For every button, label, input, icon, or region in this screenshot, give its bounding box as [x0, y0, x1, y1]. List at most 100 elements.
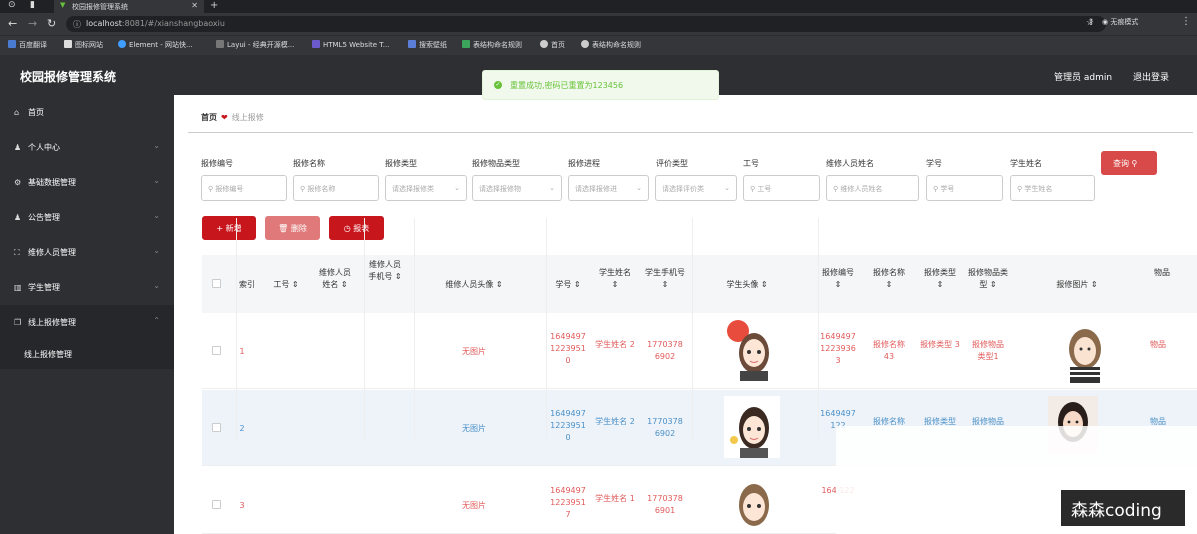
column-header[interactable]: 维修人员头像 ⇕ — [432, 279, 516, 291]
bookmark-item[interactable]: 图标网站 — [64, 40, 103, 50]
repair-progress-select[interactable]: 请选择报修进 ⌄ — [568, 175, 649, 201]
close-icon[interactable]: ✕ — [191, 1, 198, 10]
address-bar[interactable]: ⓘ localhost:8081/#/xianshangbaoxiu ☆ — [66, 16, 1106, 32]
column-header[interactable]: 物品 — [1142, 267, 1182, 279]
repair-name-input[interactable]: ⚲ 报修名称 — [293, 175, 379, 201]
column-header[interactable]: 报修图片 ⇕ — [1042, 279, 1112, 291]
bookmark-item[interactable]: 表结构命名规则 — [581, 40, 641, 50]
column-header[interactable]: 维修人员姓名 ⇕ — [317, 267, 353, 291]
column-divider — [692, 218, 693, 439]
forward-icon[interactable]: → — [28, 17, 37, 30]
repair-photo — [1060, 325, 1110, 383]
sidebar-item-home[interactable]: ⌂ 首页 — [0, 95, 174, 129]
select-all-checkbox[interactable] — [212, 279, 221, 288]
window-icon[interactable]: ▮ — [30, 0, 35, 10]
column-header-label: 物品 — [1154, 268, 1170, 277]
column-header-label: 报修编号 — [822, 268, 854, 277]
sort-icon: ⇕ — [834, 280, 842, 289]
column-header[interactable]: 报修物品类型 ⇕ — [968, 267, 1008, 291]
add-button[interactable]: + 新增 — [202, 216, 256, 240]
column-header[interactable]: 学生姓名 ⇕ — [595, 267, 635, 291]
column-header-label: 工号 — [273, 280, 290, 289]
search-button[interactable]: 查询 ⚲ — [1101, 151, 1157, 175]
add-button-label: 新增 — [225, 224, 242, 233]
column-header[interactable]: 学生手机号 ⇕ — [645, 267, 685, 291]
key-icon[interactable]: ⚷ — [1088, 17, 1094, 26]
search-icon: ⚲ — [1131, 159, 1138, 168]
column-header-label: 学号 — [555, 280, 572, 289]
repair-type-select[interactable]: 请选择报修类 ⌄ — [385, 175, 467, 201]
sidebar-subitem-online-repair[interactable]: 线上报修管理 — [0, 339, 174, 369]
profile-button[interactable]: ◉ 无痕模式 — [1102, 17, 1138, 27]
student-avatar — [724, 319, 780, 381]
filter-label: 维修人员姓名 — [826, 159, 874, 168]
browser-tab[interactable]: ▼ 校园报修管理系统 ✕ — [54, 0, 204, 13]
bookmark-item[interactable]: 百度翻译 — [8, 40, 47, 50]
sidebar-item-students[interactable]: ▥ 学生管理 ⌄ — [0, 270, 174, 304]
breadcrumb-home[interactable]: 首页 — [201, 113, 217, 122]
column-header[interactable]: 报修类型 ⇕ — [920, 267, 960, 291]
new-tab-icon[interactable]: + — [210, 0, 218, 11]
column-header[interactable]: 报修编号 ⇕ — [818, 267, 858, 291]
column-header[interactable]: 索引 — [236, 279, 258, 291]
sort-icon: ⇕ — [340, 280, 348, 289]
back-icon[interactable]: ← — [8, 17, 17, 30]
row-index: 3 — [239, 501, 245, 510]
student-name-input[interactable]: ⚲ 学生姓名 — [1010, 175, 1095, 201]
breadcrumb: 首页 ❤ 线上报修 — [201, 112, 264, 123]
repairer-name-input[interactable]: ⚲ 维修人员姓名 — [826, 175, 919, 201]
profile-label: 无痕模式 — [1110, 18, 1139, 26]
bookmark-item[interactable]: Layui - 经典开源模... — [216, 40, 294, 50]
table-row[interactable]: 1 无图片 1649497 1223951 0 学生姓名 2 1770378 6… — [202, 313, 1197, 389]
filter-label: 学生姓名 — [1010, 159, 1042, 168]
reload-icon[interactable]: ↻ — [47, 17, 56, 30]
column-header[interactable]: 学号 ⇕ — [548, 279, 588, 291]
chevron-down-icon: ⌄ — [549, 184, 555, 192]
student-name: 学生姓名 2 — [595, 340, 635, 349]
toast-message: 重置成功,密码已重置为123456 — [510, 81, 624, 90]
sidebar: ⌂ 首页 ♟ 个人中心 ⌄ ⚙ 基础数据管理 ⌄ ♟ 公告管理 ⌄ ⛶ 维修人员管理 ⌄ ▥ 学生管… — [0, 95, 174, 534]
column-header[interactable]: 报修名称 ⇕ — [869, 267, 909, 291]
column-header[interactable]: 学生头像 ⇕ — [712, 279, 782, 291]
student-no-input[interactable]: ⚲ 学号 — [926, 175, 1003, 201]
sidebar-item-profile[interactable]: ♟ 个人中心 ⌄ — [0, 130, 174, 164]
row-checkbox[interactable] — [212, 500, 221, 509]
row-checkbox[interactable] — [212, 346, 221, 355]
bookmark-label: HTML5 Website T... — [323, 41, 390, 49]
sidebar-item-repairers[interactable]: ⛶ 维修人员管理 ⌄ — [0, 235, 174, 269]
browser-menu-icon[interactable]: ⊙ — [8, 0, 16, 10]
bookmark-item[interactable]: Element - 网站快... — [118, 40, 193, 50]
tab-favicon-icon: ▼ — [60, 1, 66, 9]
filter-label: 报修类型 — [385, 159, 417, 168]
bookmarks-bar: 百度翻译 图标网站 Element - 网站快... Layui - 经典开源模… — [0, 35, 1197, 55]
column-header[interactable]: 维修人员手机号 ⇕ — [366, 259, 404, 283]
staff-no-input[interactable]: ⚲ 工号 — [743, 175, 820, 201]
bookmark-item[interactable]: HTML5 Website T... — [312, 40, 389, 49]
bookmark-item[interactable]: 表结构命名规则 — [462, 40, 522, 50]
repair-no-input[interactable]: ⚲ 报修编号 — [201, 175, 287, 201]
gear-icon: ⚙ — [14, 178, 22, 187]
sidebar-item-basic-data[interactable]: ⚙ 基础数据管理 ⌄ — [0, 165, 174, 199]
delete-button[interactable]: 🗑 删除 — [265, 216, 320, 240]
bookmark-item[interactable]: 首页 — [540, 40, 565, 50]
row-checkbox[interactable] — [212, 423, 221, 432]
bookmark-item[interactable]: 搜索壁纸 — [408, 40, 447, 50]
sidebar-item-notice[interactable]: ♟ 公告管理 ⌄ — [0, 200, 174, 234]
rating-type-select[interactable]: 请选择评价类 ⌄ — [655, 175, 737, 201]
filter-label: 报修名称 — [293, 159, 325, 168]
item-type-select[interactable]: 请选择报修物 ⌄ — [472, 175, 562, 201]
sort-icon: ⇕ — [661, 280, 669, 289]
column-header[interactable]: 工号 ⇕ — [268, 279, 304, 291]
column-divider — [364, 218, 365, 439]
student-avatar — [724, 396, 780, 458]
success-toast: ✓ 重置成功,密码已重置为123456 — [482, 70, 719, 100]
logout-link[interactable]: 退出登录 — [1133, 70, 1169, 83]
sidebar-item-label: 学生管理 — [28, 283, 60, 292]
report-button[interactable]: ◷ 报表 — [329, 216, 384, 240]
chevron-down-icon: ⌄ — [454, 184, 460, 192]
sidebar-item-online-repair[interactable]: ❐ 线上报修管理 ⌃ — [0, 305, 174, 339]
sidebar-item-label: 基础数据管理 — [28, 178, 76, 187]
more-icon[interactable]: ⋮ — [1181, 16, 1191, 27]
select-placeholder: 请选择报修进 — [575, 185, 617, 193]
clock-icon: ◷ — [343, 224, 354, 233]
